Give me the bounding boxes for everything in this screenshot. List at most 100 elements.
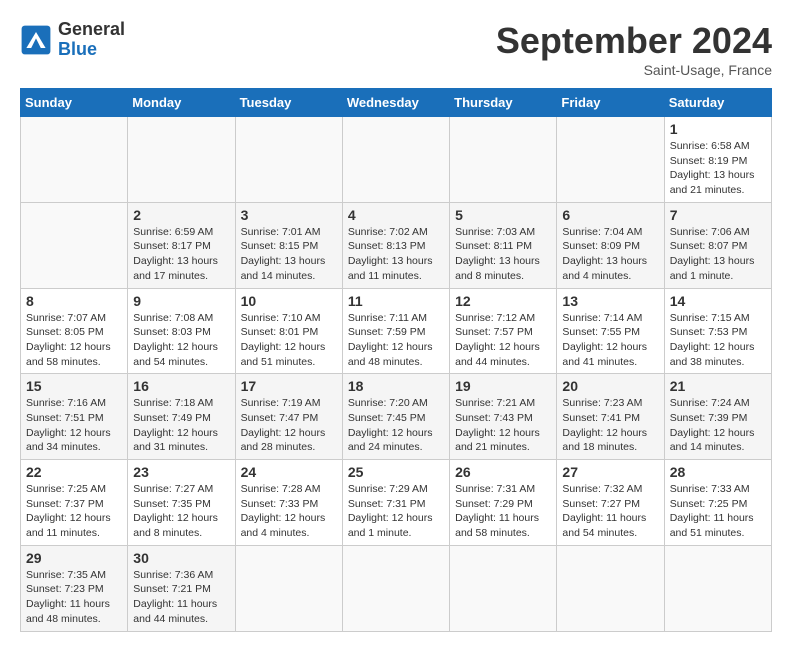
day-info: Sunrise: 7:31 AMSunset: 7:29 PMDaylight:…	[455, 482, 551, 541]
logo-general: General	[58, 19, 125, 39]
day-number: 18	[348, 378, 444, 394]
day-number: 13	[562, 293, 658, 309]
calendar-cell	[557, 545, 664, 631]
logo-text: General Blue	[58, 20, 125, 60]
day-info: Sunrise: 7:23 AMSunset: 7:41 PMDaylight:…	[562, 396, 658, 455]
day-info: Sunrise: 7:12 AMSunset: 7:57 PMDaylight:…	[455, 311, 551, 370]
calendar-cell: 24 Sunrise: 7:28 AMSunset: 7:33 PMDayligh…	[235, 460, 342, 546]
calendar-cell: 19Sunrise: 7:21 AMSunset: 7:43 PMDayligh…	[450, 374, 557, 460]
column-header-thursday: Thursday	[450, 89, 557, 117]
day-info: Sunrise: 7:16 AMSunset: 7:51 PMDaylight:…	[26, 396, 122, 455]
calendar-cell	[128, 117, 235, 203]
day-info: Sunrise: 7:04 AMSunset: 8:09 PMDaylight:…	[562, 225, 658, 284]
logo-icon	[20, 24, 52, 56]
day-number: 26	[455, 464, 551, 480]
day-info: Sunrise: 7:20 AMSunset: 7:45 PMDaylight:…	[348, 396, 444, 455]
calendar-cell	[450, 545, 557, 631]
calendar-cell: 18 Sunrise: 7:20 AMSunset: 7:45 PMDayligh…	[342, 374, 449, 460]
calendar-cell: 17Sunrise: 7:19 AMSunset: 7:47 PMDayligh…	[235, 374, 342, 460]
title-block: September 2024 Saint-Usage, France	[496, 20, 772, 78]
calendar-cell	[342, 545, 449, 631]
day-number: 30	[133, 550, 229, 566]
calendar-cell	[235, 545, 342, 631]
day-number: 7	[670, 207, 766, 223]
day-info: Sunrise: 7:25 AMSunset: 7:37 PMDaylight:…	[26, 482, 122, 541]
calendar-week-row: 1 Sunrise: 6:58 AMSunset: 8:19 PMDaylight…	[21, 117, 772, 203]
day-info: Sunrise: 6:59 AMSunset: 8:17 PMDaylight:…	[133, 225, 229, 284]
calendar-table: SundayMondayTuesdayWednesdayThursdayFrid…	[20, 88, 772, 632]
calendar-cell: 25Sunrise: 7:29 AMSunset: 7:31 PMDayligh…	[342, 460, 449, 546]
day-number: 24	[241, 464, 337, 480]
calendar-cell: 13 Sunrise: 7:14 AMSunset: 7:55 PMDayligh…	[557, 288, 664, 374]
day-number: 28	[670, 464, 766, 480]
day-info: Sunrise: 7:35 AMSunset: 7:23 PMDaylight:…	[26, 568, 122, 627]
day-number: 3	[241, 207, 337, 223]
calendar-cell: 28 Sunrise: 7:33 AMSunset: 7:25 PMDayligh…	[664, 460, 771, 546]
day-info: Sunrise: 7:32 AMSunset: 7:27 PMDaylight:…	[562, 482, 658, 541]
calendar-cell: 9Sunrise: 7:08 AMSunset: 8:03 PMDaylight…	[128, 288, 235, 374]
day-info: Sunrise: 7:03 AMSunset: 8:11 PMDaylight:…	[455, 225, 551, 284]
calendar-cell: 27Sunrise: 7:32 AMSunset: 7:27 PMDayligh…	[557, 460, 664, 546]
day-info: Sunrise: 7:29 AMSunset: 7:31 PMDaylight:…	[348, 482, 444, 541]
calendar-week-row: 8 Sunrise: 7:07 AMSunset: 8:05 PMDaylight…	[21, 288, 772, 374]
calendar-week-row: 29Sunrise: 7:35 AMSunset: 7:23 PMDayligh…	[21, 545, 772, 631]
day-info: Sunrise: 7:21 AMSunset: 7:43 PMDaylight:…	[455, 396, 551, 455]
page-header: General Blue September 2024 Saint-Usage,…	[20, 20, 772, 78]
column-header-sunday: Sunday	[21, 89, 128, 117]
day-info: Sunrise: 7:10 AMSunset: 8:01 PMDaylight:…	[241, 311, 337, 370]
calendar-cell: 2 Sunrise: 6:59 AMSunset: 8:17 PMDaylight…	[128, 202, 235, 288]
calendar-cell: 15 Sunrise: 7:16 AMSunset: 7:51 PMDayligh…	[21, 374, 128, 460]
calendar-cell	[557, 117, 664, 203]
calendar-cell: 22 Sunrise: 7:25 AMSunset: 7:37 PMDayligh…	[21, 460, 128, 546]
day-info: Sunrise: 6:58 AMSunset: 8:19 PMDaylight:…	[670, 139, 766, 198]
day-number: 21	[670, 378, 766, 394]
column-header-friday: Friday	[557, 89, 664, 117]
day-number: 20	[562, 378, 658, 394]
calendar-cell: 12 Sunrise: 7:12 AMSunset: 7:57 PMDayligh…	[450, 288, 557, 374]
calendar-cell: 16Sunrise: 7:18 AMSunset: 7:49 PMDayligh…	[128, 374, 235, 460]
day-number: 8	[26, 293, 122, 309]
calendar-week-row: 2 Sunrise: 6:59 AMSunset: 8:17 PMDaylight…	[21, 202, 772, 288]
day-info: Sunrise: 7:14 AMSunset: 7:55 PMDaylight:…	[562, 311, 658, 370]
calendar-cell: 23Sunrise: 7:27 AMSunset: 7:35 PMDayligh…	[128, 460, 235, 546]
day-number: 6	[562, 207, 658, 223]
day-number: 15	[26, 378, 122, 394]
column-header-monday: Monday	[128, 89, 235, 117]
calendar-cell: 1 Sunrise: 6:58 AMSunset: 8:19 PMDaylight…	[664, 117, 771, 203]
day-number: 1	[670, 121, 766, 137]
calendar-header-row: SundayMondayTuesdayWednesdayThursdayFrid…	[21, 89, 772, 117]
day-number: 23	[133, 464, 229, 480]
day-number: 22	[26, 464, 122, 480]
calendar-cell	[342, 117, 449, 203]
logo: General Blue	[20, 20, 125, 60]
calendar-cell: 11Sunrise: 7:11 AMSunset: 7:59 PMDayligh…	[342, 288, 449, 374]
month-title: September 2024	[496, 20, 772, 62]
calendar-cell: 5Sunrise: 7:03 AMSunset: 8:11 PMDaylight…	[450, 202, 557, 288]
calendar-cell: 14 Sunrise: 7:15 AMSunset: 7:53 PMDayligh…	[664, 288, 771, 374]
day-number: 2	[133, 207, 229, 223]
day-info: Sunrise: 7:28 AMSunset: 7:33 PMDaylight:…	[241, 482, 337, 541]
calendar-cell	[664, 545, 771, 631]
column-header-saturday: Saturday	[664, 89, 771, 117]
day-info: Sunrise: 7:18 AMSunset: 7:49 PMDaylight:…	[133, 396, 229, 455]
calendar-cell	[450, 117, 557, 203]
calendar-cell: 8 Sunrise: 7:07 AMSunset: 8:05 PMDaylight…	[21, 288, 128, 374]
calendar-cell: 7Sunrise: 7:06 AMSunset: 8:07 PMDaylight…	[664, 202, 771, 288]
calendar-cell	[21, 117, 128, 203]
calendar-week-row: 15 Sunrise: 7:16 AMSunset: 7:51 PMDayligh…	[21, 374, 772, 460]
calendar-cell: 21 Sunrise: 7:24 AMSunset: 7:39 PMDayligh…	[664, 374, 771, 460]
day-number: 12	[455, 293, 551, 309]
day-info: Sunrise: 7:11 AMSunset: 7:59 PMDaylight:…	[348, 311, 444, 370]
day-number: 4	[348, 207, 444, 223]
day-info: Sunrise: 7:15 AMSunset: 7:53 PMDaylight:…	[670, 311, 766, 370]
calendar-cell: 10Sunrise: 7:10 AMSunset: 8:01 PMDayligh…	[235, 288, 342, 374]
day-info: Sunrise: 7:33 AMSunset: 7:25 PMDaylight:…	[670, 482, 766, 541]
day-info: Sunrise: 7:24 AMSunset: 7:39 PMDaylight:…	[670, 396, 766, 455]
calendar-cell: 26 Sunrise: 7:31 AMSunset: 7:29 PMDayligh…	[450, 460, 557, 546]
day-info: Sunrise: 7:07 AMSunset: 8:05 PMDaylight:…	[26, 311, 122, 370]
column-header-wednesday: Wednesday	[342, 89, 449, 117]
calendar-cell: 4Sunrise: 7:02 AMSunset: 8:13 PMDaylight…	[342, 202, 449, 288]
day-number: 14	[670, 293, 766, 309]
calendar-week-row: 22 Sunrise: 7:25 AMSunset: 7:37 PMDayligh…	[21, 460, 772, 546]
calendar-cell: 30Sunrise: 7:36 AMSunset: 7:21 PMDayligh…	[128, 545, 235, 631]
